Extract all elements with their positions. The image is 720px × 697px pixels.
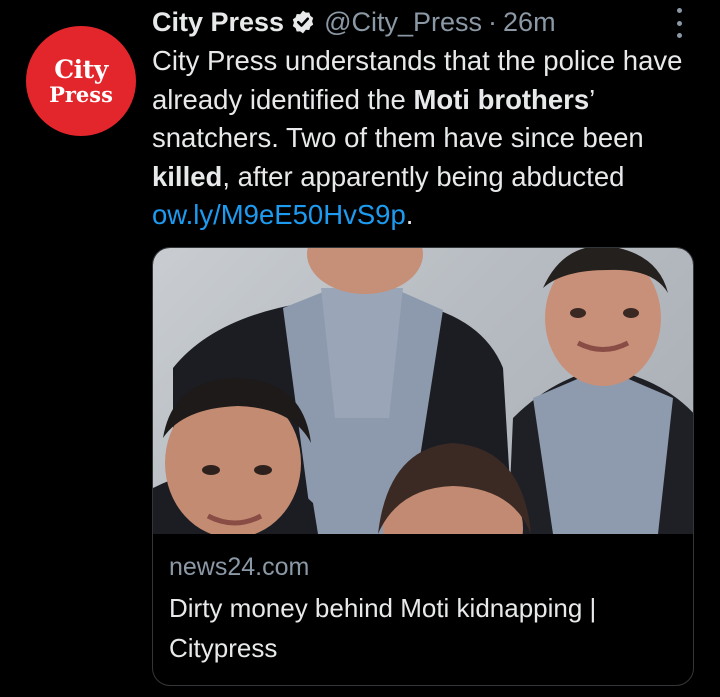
avatar[interactable]: City Press: [26, 26, 136, 136]
more-options-icon[interactable]: [672, 8, 686, 38]
tweet-link[interactable]: ow.ly/M9eE50HvS9p: [152, 199, 406, 230]
card-meta: news24.com Dirty money behind Moti kidna…: [169, 550, 677, 668]
more-dot: [676, 33, 682, 38]
card-title[interactable]: Dirty money behind Moti kidnapping | Cit…: [169, 588, 677, 668]
tweet-text-part: .: [405, 199, 414, 230]
more-dot: [676, 20, 682, 26]
header-separator: ·: [488, 6, 498, 37]
avatar-logo-line1: City: [54, 55, 108, 84]
tweet-timestamp[interactable]: 26m: [503, 7, 556, 38]
card-image[interactable]: [153, 248, 693, 588]
more-dot: [676, 8, 682, 13]
tweet-text: City Press understands that the police h…: [152, 42, 712, 235]
tweet-text-bold: Moti brothers: [413, 83, 590, 115]
tweet-text-part: , after apparently being abducted: [222, 160, 625, 192]
tweet-text-bold: killed: [152, 160, 223, 192]
avatar-logo-line2: Press: [49, 82, 113, 107]
card-photo: [153, 248, 693, 588]
tweet-header: City Press @City_Press · 26m: [152, 6, 556, 38]
account-name[interactable]: City Press: [152, 7, 284, 38]
verified-badge-icon: [292, 10, 314, 34]
link-preview-card[interactable]: news24.com Dirty money behind Moti kidna…: [152, 247, 694, 686]
card-domain: news24.com: [169, 553, 310, 581]
account-handle[interactable]: @City_Press: [324, 7, 482, 38]
